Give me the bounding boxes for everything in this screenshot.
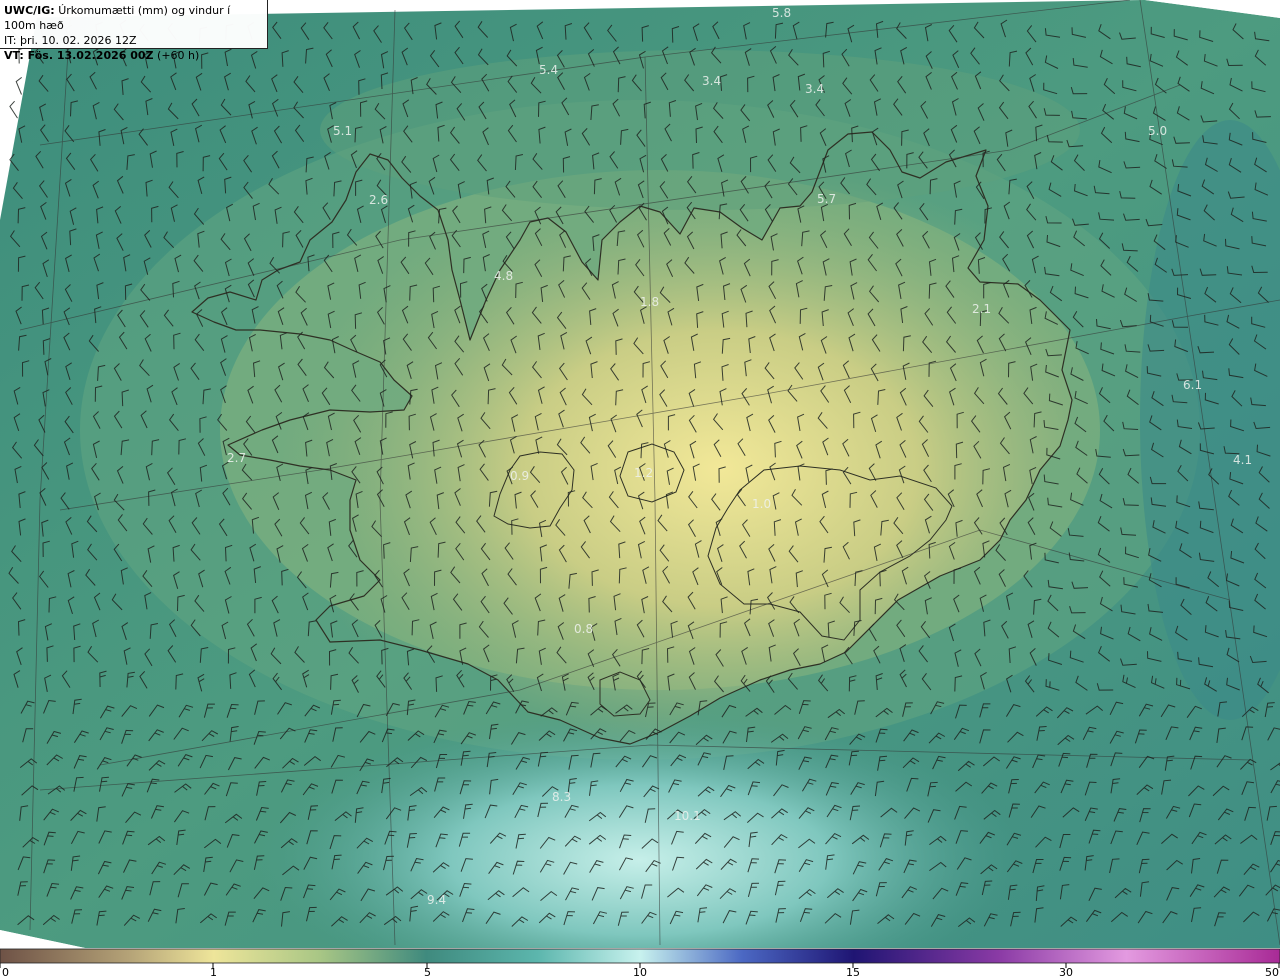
- value-label-north-coast: 5.7: [817, 192, 836, 206]
- value-label-southeast-offshore: 4.1: [1233, 453, 1252, 467]
- value-label-northwest-inland: 4.8: [494, 269, 513, 283]
- valid-time-line: VT: Fös. 13.02.2026 00Z (+60 h): [4, 48, 263, 63]
- model-name: UWC/IG:: [4, 4, 55, 17]
- colorbar-gradient: [0, 948, 1280, 964]
- value-label-east-offshore: 6.1: [1183, 378, 1202, 392]
- value-label-east: 2.1: [972, 302, 991, 316]
- colorbar: 0 1 5 10 15 30 50: [0, 948, 1280, 978]
- colorbar-tick-label: 50: [1265, 966, 1279, 978]
- value-label-westfjords: 2.6: [369, 193, 388, 207]
- weather-map: 5.8 5.4 3.4 3.4 5.1 5.0 5.7 2.6 4.8 1.8 …: [0, 0, 1280, 978]
- value-label-central-glacier: 1.2: [634, 466, 653, 480]
- title-line: UWC/IG: Úrkomumætti (mm) og vindur í 100…: [4, 3, 263, 33]
- value-label-south-offshore-3: 9.4: [427, 893, 446, 907]
- value-label-north-top: 5.8: [772, 6, 791, 20]
- valid-time: VT: Fös. 13.02.2026 00Z: [4, 49, 154, 62]
- colorbar-tick-label: 15: [846, 966, 860, 978]
- value-label-langjokull: 0.9: [510, 469, 529, 483]
- value-label-north-1: 3.4: [702, 74, 721, 88]
- forecast-offset: (+60 h): [157, 49, 200, 62]
- value-label-south-offshore-1: 8.3: [552, 790, 571, 804]
- value-label-north-inland: 1.8: [640, 295, 659, 309]
- colorbar-tick-label: 1: [210, 966, 217, 978]
- colorbar-tick-label: 0: [2, 966, 9, 978]
- value-label-south-offshore-2: 10.1: [674, 809, 701, 823]
- colorbar-tick-label: 10: [633, 966, 647, 978]
- value-label-northwest: 5.4: [539, 63, 558, 77]
- value-label-west-peninsula: 2.7: [227, 451, 246, 465]
- value-label-south-inland: 0.8: [574, 622, 593, 636]
- value-label-vatnajokull: 1.0: [752, 497, 771, 511]
- value-label-north-2: 3.4: [805, 82, 824, 96]
- map-viewport: 5.8 5.4 3.4 3.4 5.1 5.0 5.7 2.6 4.8 1.8 …: [0, 0, 1280, 978]
- initial-time: IT: þri. 10. 02. 2026 12Z: [4, 34, 137, 47]
- map-info-box: UWC/IG: Úrkomumætti (mm) og vindur í 100…: [0, 0, 268, 62]
- value-label-northeast-offshore: 5.0: [1148, 124, 1167, 138]
- colorbar-tick-label: 5: [424, 966, 431, 978]
- colorbar-tick-label: 30: [1059, 966, 1073, 978]
- value-label-westfjords-offshore: 5.1: [333, 124, 352, 138]
